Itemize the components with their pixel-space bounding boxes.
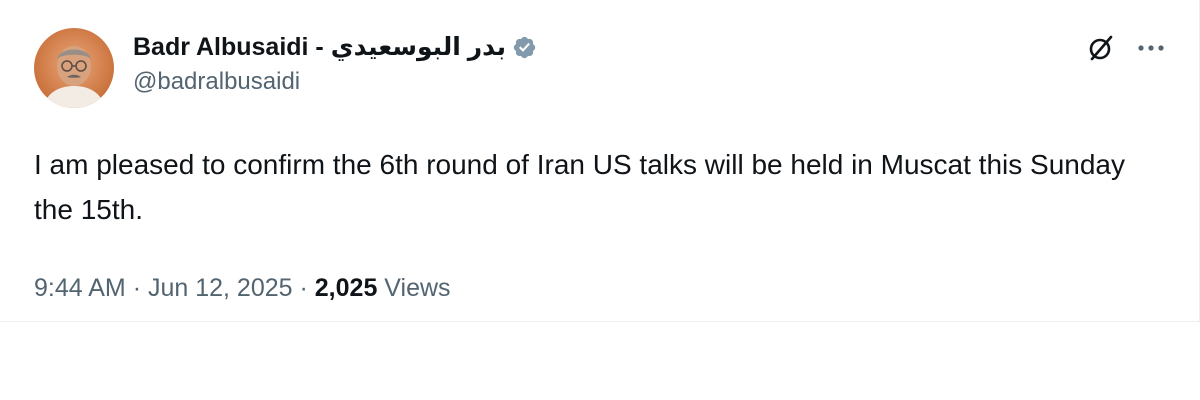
- views-count: 2,025: [314, 274, 378, 302]
- tweet-meta: 9:44 AM · Jun 12, 2025 · 2,025 Views: [34, 274, 451, 303]
- meta-separator: ·: [132, 274, 142, 302]
- verified-badge-icon[interactable]: [512, 35, 537, 60]
- display-name[interactable]: Badr Albusaidi - بدر البوسعيدي: [133, 32, 506, 62]
- handle[interactable]: @badralbusaidi: [133, 68, 537, 96]
- grok-icon[interactable]: [1086, 33, 1116, 63]
- name-row: Badr Albusaidi - بدر البوسعيدي: [133, 30, 537, 64]
- avatar-photo-icon: [34, 28, 114, 108]
- tweet-text: I am pleased to confirm the 6th round of…: [34, 149, 1126, 225]
- meta-separator: ·: [299, 274, 308, 302]
- views-label: Views: [384, 274, 451, 302]
- more-icon[interactable]: [1135, 35, 1167, 61]
- tweet-header: Badr Albusaidi - بدر البوسعيدي @badralbu…: [133, 30, 537, 96]
- tweet-time[interactable]: 9:44 AM: [34, 274, 126, 302]
- tweet-date[interactable]: Jun 12, 2025: [148, 274, 293, 302]
- avatar[interactable]: [34, 28, 114, 108]
- tweet-card: Badr Albusaidi - بدر البوسعيدي @badralbu…: [0, 0, 1200, 322]
